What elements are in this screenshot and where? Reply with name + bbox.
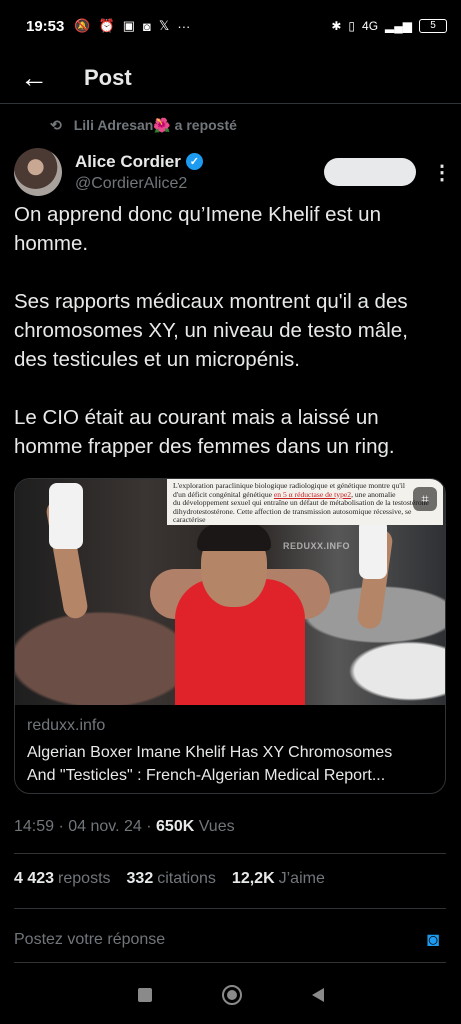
author-row: Alice Cordier ✓ @CordierAlice2 ⋮ xyxy=(14,144,452,200)
boxer-hair xyxy=(197,523,271,551)
likes-stat[interactable]: 12,2K J’aime xyxy=(232,870,325,888)
engagement-stats: 4 423 reposts 332 citations 12,2K J’aime xyxy=(14,870,325,888)
image-watermark: REDUXX.INFO xyxy=(283,541,351,551)
x-logo-icon: 𝕏 xyxy=(158,18,170,33)
views-count: 650K xyxy=(156,818,195,835)
top-app-bar: ← Post xyxy=(0,52,461,104)
repost-text: Lili Adresan🌺 a reposté xyxy=(73,117,237,133)
tweet-paragraph: Ses rapports médicaux montrent qu'il a d… xyxy=(14,290,408,371)
boxer-left-wrap xyxy=(49,483,83,549)
network-type: 4G xyxy=(362,19,379,33)
page-title: Post xyxy=(84,64,132,90)
avatar[interactable] xyxy=(14,148,62,196)
more-options-icon[interactable]: ⋮ xyxy=(432,160,452,185)
quotes-stat[interactable]: 332 citations xyxy=(127,870,216,888)
follow-button[interactable] xyxy=(324,158,416,186)
tweet-text: On apprend donc qu’Imene Khelif est un h… xyxy=(14,200,446,461)
verified-badge-icon: ✓ xyxy=(185,153,203,170)
card-meta[interactable]: reduxx.info Algerian Boxer Imane Khelif … xyxy=(15,705,445,787)
camera-icon[interactable]: ◙ xyxy=(420,927,446,953)
tweet-paragraph: Le CIO était au courant mais a laissé un… xyxy=(14,406,395,458)
status-time: 19:53 xyxy=(26,17,65,35)
post-time: 14:59 · 04 nov. 24 · xyxy=(14,818,157,835)
clipboard-icon: ▣ xyxy=(122,18,136,33)
tweet-paragraph: On apprend donc qu’Imene Khelif est un h… xyxy=(14,203,381,255)
repost-icon: ⟲ xyxy=(50,117,62,133)
mute-icon: 🔕 xyxy=(74,18,91,33)
reply-bar: Postez votre réponse ◙ xyxy=(14,920,446,960)
signal-icon: ▂▄▆ xyxy=(385,19,412,33)
post-timestamp: 14:59 · 04 nov. 24 · 650K Vues xyxy=(14,818,235,836)
reposts-label: reposts xyxy=(58,870,111,887)
reposts-count: 4 423 xyxy=(14,870,55,887)
likes-label: J’aime xyxy=(278,870,325,887)
back-arrow-icon[interactable]: ← xyxy=(14,58,54,98)
medical-document-excerpt: L'exploration paraclinique biologique ra… xyxy=(167,479,443,525)
author-names[interactable]: Alice Cordier ✓ @CordierAlice2 xyxy=(75,152,203,193)
card-domain: reduxx.info xyxy=(27,717,106,734)
divider xyxy=(14,853,446,854)
reposts-stat[interactable]: 4 423 reposts xyxy=(14,870,111,888)
doc-line: dihydrotestostérone. Cette affection de … xyxy=(173,506,412,525)
battery-icon: 5 xyxy=(419,19,447,33)
home-icon[interactable] xyxy=(221,985,242,1005)
repost-indicator[interactable]: ⟲ Lili Adresan🌺 a reposté xyxy=(50,117,237,134)
boxer-right-wrap xyxy=(359,519,387,579)
card-image[interactable]: L'exploration paraclinique biologique ra… xyxy=(15,479,445,705)
author-display-name: Alice Cordier xyxy=(75,151,181,171)
bluetooth-icon: ✱ xyxy=(331,19,342,33)
author-handle: @CordierAlice2 xyxy=(75,174,188,192)
divider xyxy=(14,962,446,963)
quotes-count: 332 xyxy=(126,870,154,887)
card-title-line: Algerian Boxer Imane Khelif Has XY Chrom… xyxy=(27,744,393,761)
link-preview-card[interactable]: L'exploration paraclinique biologique ra… xyxy=(14,478,446,794)
more-dots-icon: ··· xyxy=(177,18,191,34)
battery-level: 5 xyxy=(430,20,436,31)
vibrate-icon: ▯ xyxy=(348,19,356,33)
scan-image-icon[interactable]: ⌗ xyxy=(413,487,437,511)
status-right-group: ✱ ▯ 4G ▂▄▆ 5 xyxy=(331,19,447,33)
status-bar: 19:53 🔕 ⏰ ▣ ◙ 𝕏 ··· ✱ ▯ 4G ▂▄▆ 5 xyxy=(0,0,461,52)
recents-icon[interactable] xyxy=(137,988,152,1002)
system-nav-bar xyxy=(0,966,461,1024)
quotes-label: citations xyxy=(157,870,216,887)
divider xyxy=(14,908,446,909)
likes-count: 12,2K xyxy=(231,870,275,887)
app-icon: ◙ xyxy=(143,18,151,34)
reply-input[interactable]: Postez votre réponse xyxy=(14,931,165,949)
views-label: Vues xyxy=(194,818,235,835)
back-icon[interactable] xyxy=(311,988,324,1002)
alarm-icon: ⏰ xyxy=(98,18,115,33)
card-title-line: And "Testicles" : French-Algerian Medica… xyxy=(27,767,386,784)
